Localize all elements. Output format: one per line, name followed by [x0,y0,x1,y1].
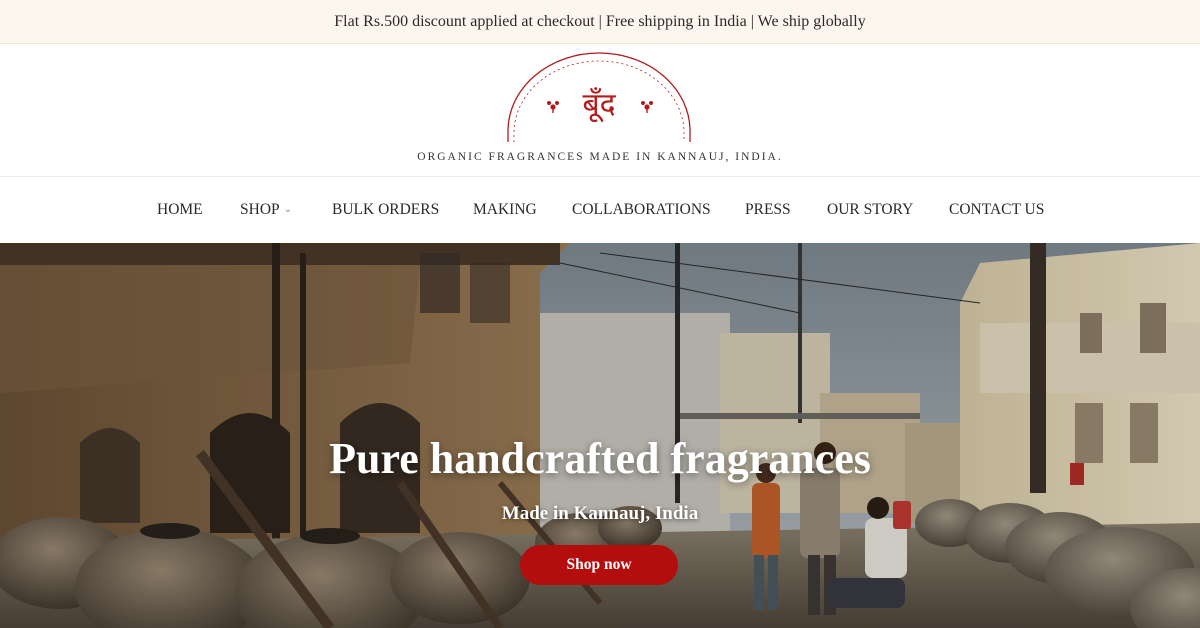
nav-item-label: MAKING [473,201,537,218]
nav-item-shop[interactable]: SHOP ⌄ [240,201,292,219]
announcement-text: Flat Rs.500 discount applied at checkout… [334,12,866,30]
nav-item-label: COLLABORATIONS [572,201,711,218]
brand-tagline: ORGANIC FRAGRANCES MADE IN KANNAUJ, INDI… [417,151,783,163]
nav-item-home[interactable]: HOME [157,201,203,219]
svg-text:बूँद: बूँद [582,87,616,123]
nav-item-our-story[interactable]: OUR STORY [827,201,913,219]
nav-item-label: OUR STORY [827,201,914,218]
flower-right-icon [641,101,653,113]
nav-item-making[interactable]: MAKING [473,201,537,219]
nav-item-bulk-orders[interactable]: BULK ORDERS [332,201,439,219]
flower-left-icon [547,101,559,113]
hero-banner: Pure handcrafted fragrances Made in Kann… [0,243,1200,628]
nav-item-collaborations[interactable]: COLLABORATIONS [572,201,711,219]
nav-item-label: SHOP [240,201,280,218]
brand-logo[interactable]: बूँद [506,51,692,143]
nav-item-contact-us[interactable]: CONTACT US [949,201,1044,219]
nav-item-press[interactable]: PRESS [745,201,791,219]
main-navigation: HOME SHOP ⌄ BULK ORDERS MAKING COLLABORAT… [0,176,1200,243]
header-logo-area: बूँद ORGANIC FRAGRANCES MADE IN KANNAUJ,… [0,44,1200,176]
announcement-bar: Flat Rs.500 discount applied at checkout… [0,0,1200,44]
nav-item-label: BULK ORDERS [332,201,440,218]
shop-now-button[interactable]: Shop now [520,545,678,585]
hero-title: Pure handcrafted fragrances [329,434,871,483]
chevron-down-icon: ⌄ [283,204,293,215]
nav-item-label: CONTACT US [949,201,1045,218]
nav-item-label: HOME [157,201,203,218]
nav-item-label: PRESS [745,201,791,218]
hero-subtitle: Made in Kannauj, India [501,503,699,524]
